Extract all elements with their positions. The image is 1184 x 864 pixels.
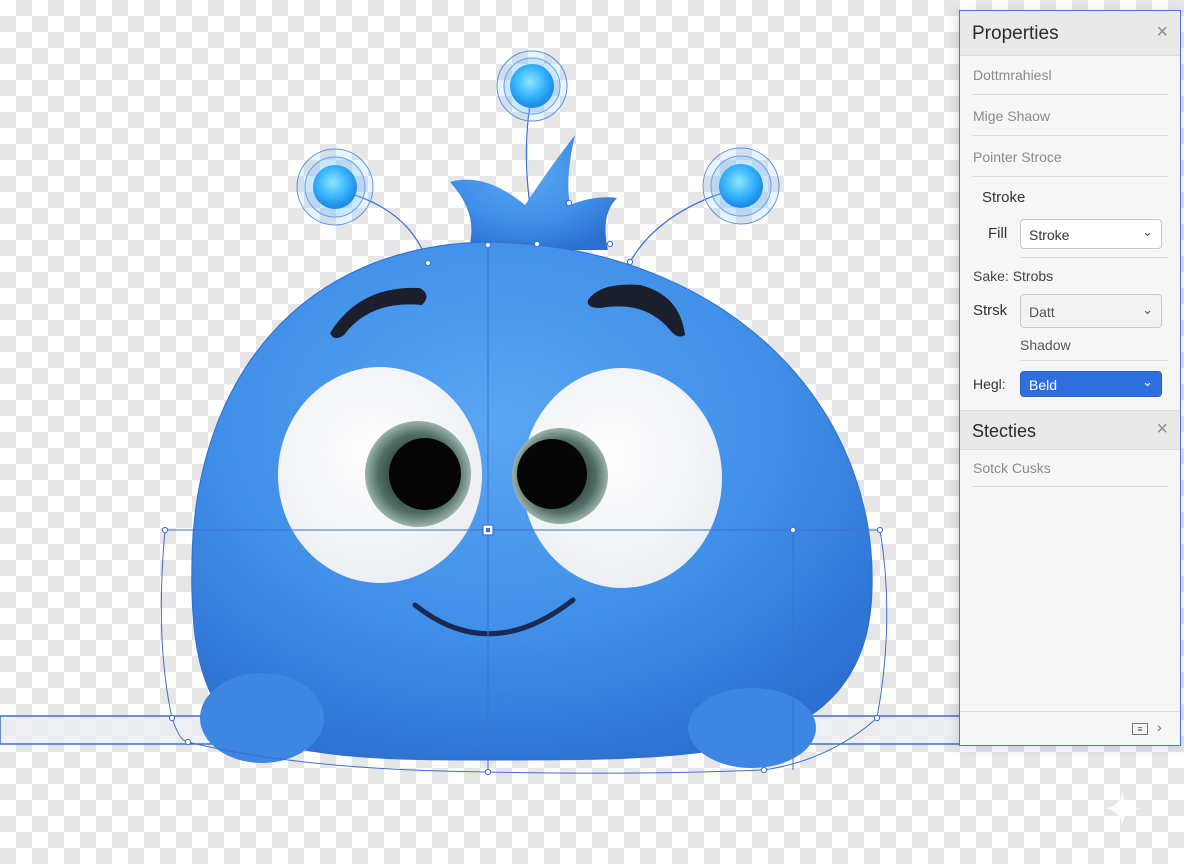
panel-footer-divider (960, 711, 1180, 712)
shadow-label[interactable]: Shadow (1020, 337, 1071, 353)
properties-header: Properties × (960, 11, 1180, 56)
chevron-down-icon: ⌄ (1142, 224, 1153, 239)
right-pupil (517, 439, 587, 509)
fill-select-value: Stroke (1029, 227, 1070, 243)
left-pupil (389, 438, 461, 510)
chevron-right-icon[interactable]: › (1157, 719, 1162, 735)
hegl-label: Hegl: (973, 376, 1006, 392)
panel-toggle-icon[interactable]: ≡ (1132, 723, 1148, 735)
sparkle-icon: ✦ (1102, 784, 1143, 837)
strsk-label: Strsk (973, 302, 1008, 319)
separator (972, 486, 1168, 487)
antenna-handle-center[interactable] (496, 50, 568, 122)
properties-title: Properties (972, 23, 1059, 44)
panel-row-sotck-cusks[interactable]: Sotck Cusks (973, 460, 1051, 476)
separator (1020, 360, 1168, 361)
hair-tuft (450, 135, 617, 250)
chevron-down-icon: ⌄ (1142, 302, 1153, 317)
sake-strobs-label: Sake: Strobs (973, 268, 1054, 284)
fill-select[interactable]: Stroke ⌄ (1020, 219, 1162, 249)
hegl-select-value: Beld (1029, 377, 1058, 393)
close-icon[interactable]: × (1156, 21, 1168, 44)
center-transform-handle[interactable] (482, 524, 494, 536)
fill-label: Fill (988, 225, 1008, 242)
separator (972, 176, 1168, 177)
properties-panel: Properties × Dottmrahiesl Mige Shaow Poi… (959, 10, 1181, 746)
right-foot (688, 688, 816, 768)
hegl-select[interactable]: Beld ⌄ (1020, 371, 1162, 397)
antenna-handle-right[interactable] (702, 147, 780, 225)
panel-row-dottmrahiesl[interactable]: Dottmrahiesl (973, 67, 1052, 83)
left-foot (200, 673, 324, 763)
separator (972, 135, 1168, 136)
antenna-handle-left[interactable] (296, 148, 374, 226)
close-icon[interactable]: × (1156, 418, 1168, 441)
section-stecties-title: Stecties (972, 421, 1037, 441)
strsk-select-value: Datt (1029, 304, 1055, 320)
strsk-select[interactable]: Datt ⌄ (1020, 294, 1162, 328)
stroke-heading: Stroke (982, 189, 1026, 206)
panel-row-pointer-stroce[interactable]: Pointer Stroce (973, 149, 1062, 165)
panel-row-mige-shaow[interactable]: Mige Shaow (973, 108, 1050, 124)
separator (972, 94, 1168, 95)
chevron-down-icon: ⌄ (1142, 374, 1153, 389)
separator (1020, 257, 1168, 258)
section-stecties-header: Stecties × (960, 410, 1180, 450)
